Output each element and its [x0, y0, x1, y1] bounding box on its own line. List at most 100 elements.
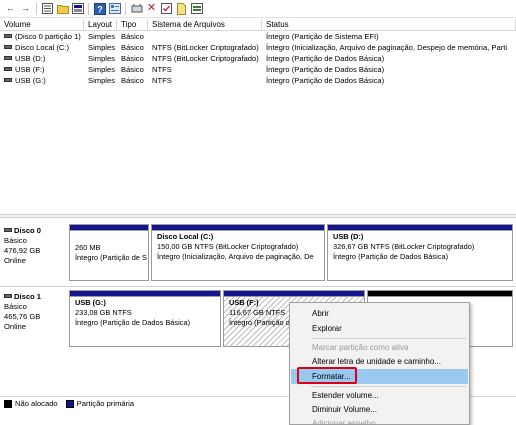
cell-type: Básico [121, 43, 144, 52]
disk-state: Online [4, 256, 26, 265]
legend-primary-label: Partição primária [76, 399, 135, 408]
disk-name: Disco 1 [14, 292, 42, 301]
cell-type: Básico [121, 32, 144, 41]
cell-type: Básico [121, 76, 144, 85]
toolbar-separator [88, 2, 89, 15]
cell-filesystem: NTFS [152, 65, 172, 74]
disk-icon [4, 294, 12, 298]
partition-name: Disco Local (C:) [157, 232, 214, 241]
menu-item-shrink-volume[interactable]: Diminuir Volume... [291, 402, 468, 417]
folder-icon[interactable] [56, 2, 69, 15]
legend-unallocated-label: Não alocado [15, 399, 58, 408]
disk-icon [4, 228, 12, 232]
cell-layout: Simples [88, 65, 116, 74]
column-header-type[interactable]: Tipo [117, 19, 148, 30]
cell-status: Íntegro (Inicialização, Arquivo de pagin… [266, 43, 508, 52]
cell-status: Íntegro (Partição de Sistema EFI) [266, 32, 379, 41]
menu-separator [311, 386, 466, 387]
unallocated-swatch-icon [4, 400, 12, 408]
help-icon[interactable]: ? [93, 2, 106, 15]
column-header-status[interactable]: Status [262, 19, 516, 30]
volume-icon [4, 67, 12, 71]
cell-layout: Simples [88, 54, 116, 63]
disk-view-icon[interactable] [71, 2, 84, 15]
cell-status: Íntegro (Partição de Dados Básica) [266, 65, 385, 74]
menu-item-explore[interactable]: Explorar [291, 321, 468, 336]
toolbar: ← → ? ✕ [0, 0, 516, 18]
cell-volume: (Disco 0 partição 1) [15, 32, 81, 41]
disk-size: 465,76 GB [4, 312, 41, 321]
svg-text:?: ? [97, 4, 103, 14]
partition-status: Íntegro (Partição de Dados Básica) [333, 252, 449, 261]
check-icon[interactable] [160, 2, 173, 15]
volume-list-header: Volume Layout Tipo Sistema de Arquivos S… [0, 19, 516, 31]
cell-filesystem: NTFS [152, 76, 172, 85]
properties-icon[interactable] [108, 2, 121, 15]
partition-status: Íntegro (Partição de Dados Básica) [75, 318, 191, 327]
cell-volume: USB (D:) [15, 54, 46, 63]
partition-disk0-d[interactable]: USB (D:) 326,67 GB NTFS (BitLocker Cript… [327, 224, 513, 281]
document-icon[interactable] [175, 2, 188, 15]
cell-type: Básico [121, 54, 144, 63]
disk-0-label[interactable]: Disco 0 Básico 476,92 GB Online [4, 226, 66, 266]
table-row[interactable]: (Disco 0 partição 1) Simples Básico Ínte… [0, 31, 516, 42]
menu-item-extend-volume[interactable]: Estender volume... [291, 388, 468, 403]
cell-volume: USB (G:) [15, 76, 46, 85]
cell-volume: Disco Local (C:) [15, 43, 70, 52]
toolbar-separator [36, 2, 37, 15]
partition-bar-unallocated [368, 291, 512, 297]
legend-primary: Partição primária [65, 399, 135, 408]
partition-disk0-c[interactable]: Disco Local (C:) 150,00 GB NTFS (BitLock… [151, 224, 325, 281]
back-arrow-icon[interactable]: ← [4, 2, 17, 15]
disk-size: 476,92 GB [4, 246, 41, 255]
partition-disk1-g[interactable]: USB (G:) 233,08 GB NTFS Íntegro (Partiçã… [69, 290, 221, 347]
disk-type: Básico [4, 302, 27, 311]
disk-state: Online [4, 322, 26, 331]
menu-separator [311, 338, 466, 339]
partition-size: 233,08 GB NTFS [75, 308, 132, 317]
context-menu: Abrir Explorar Marcar partição como ativ… [289, 302, 470, 425]
column-header-filesystem[interactable]: Sistema de Arquivos [148, 19, 262, 30]
format-highlight-box [297, 367, 357, 384]
cell-filesystem: NTFS (BitLocker Criptografado) [152, 54, 259, 63]
disk-1-label[interactable]: Disco 1 Básico 465,76 GB Online [4, 292, 66, 332]
column-header-layout[interactable]: Layout [84, 19, 117, 30]
forward-arrow-icon[interactable]: → [19, 2, 32, 15]
cell-type: Básico [121, 65, 144, 74]
delete-icon[interactable]: ✕ [145, 2, 158, 15]
cell-layout: Simples [88, 32, 116, 41]
refresh-icon[interactable] [190, 2, 203, 15]
table-row[interactable]: USB (D:) Simples Básico NTFS (BitLocker … [0, 53, 516, 64]
table-row[interactable]: Disco Local (C:) Simples Básico NTFS (Bi… [0, 42, 516, 53]
cell-filesystem [148, 31, 262, 42]
table-row[interactable]: USB (F:) Simples Básico NTFS Íntegro (Pa… [0, 64, 516, 75]
primary-swatch-icon [65, 400, 74, 408]
volume-icon [4, 34, 12, 38]
partition-size: 260 MB [75, 243, 101, 252]
volume-icon [4, 45, 12, 49]
legend-unallocated: Não alocado [4, 399, 58, 408]
partition-status: Íntegro (Partição de S [75, 253, 147, 262]
volume-list: Volume Layout Tipo Sistema de Arquivos S… [0, 19, 516, 209]
volume-icon [4, 56, 12, 60]
cell-volume: USB (F:) [15, 65, 45, 74]
disk-row-divider [0, 286, 516, 287]
partition-disk0-efi[interactable]: 260 MB Íntegro (Partição de S [69, 224, 149, 281]
menu-item-add-mirror: Adicionar espelho... [312, 419, 383, 425]
connect-icon[interactable] [130, 2, 143, 15]
partition-status: Íntegro (Inicialização, Arquivo de pagin… [157, 252, 314, 261]
partition-size: 150,00 GB NTFS (BitLocker Criptografado) [157, 242, 299, 251]
cell-status: Íntegro (Partição de Dados Básica) [266, 76, 385, 85]
disk-type: Básico [4, 236, 27, 245]
partition-name: USB (G:) [75, 298, 106, 307]
column-header-volume[interactable]: Volume [0, 19, 84, 30]
toolbar-separator [125, 2, 126, 15]
table-row[interactable]: USB (G:) Simples Básico NTFS Íntegro (Pa… [0, 75, 516, 86]
menu-item-open[interactable]: Abrir [291, 306, 468, 321]
cell-layout: Simples [88, 76, 116, 85]
list-view-icon[interactable] [41, 2, 54, 15]
partition-name: USB (D:) [333, 232, 364, 241]
cell-status: Íntegro (Partição de Dados Básica) [266, 54, 385, 63]
menu-item-mark-active: Marcar partição como ativa [312, 343, 409, 352]
disk-name: Disco 0 [14, 226, 42, 235]
